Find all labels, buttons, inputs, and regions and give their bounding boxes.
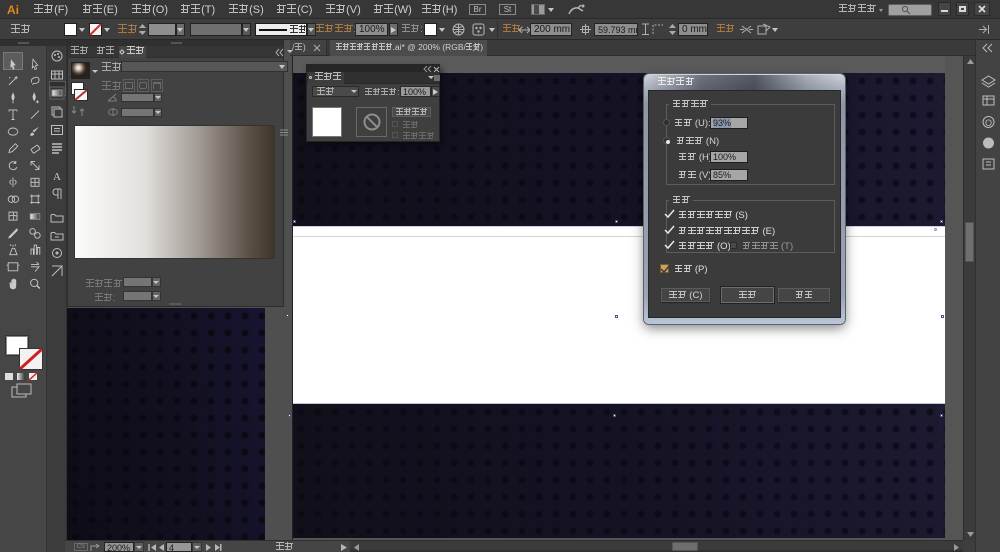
- svg-text:O: O: [985, 118, 992, 128]
- svg-text:A: A: [53, 171, 61, 183]
